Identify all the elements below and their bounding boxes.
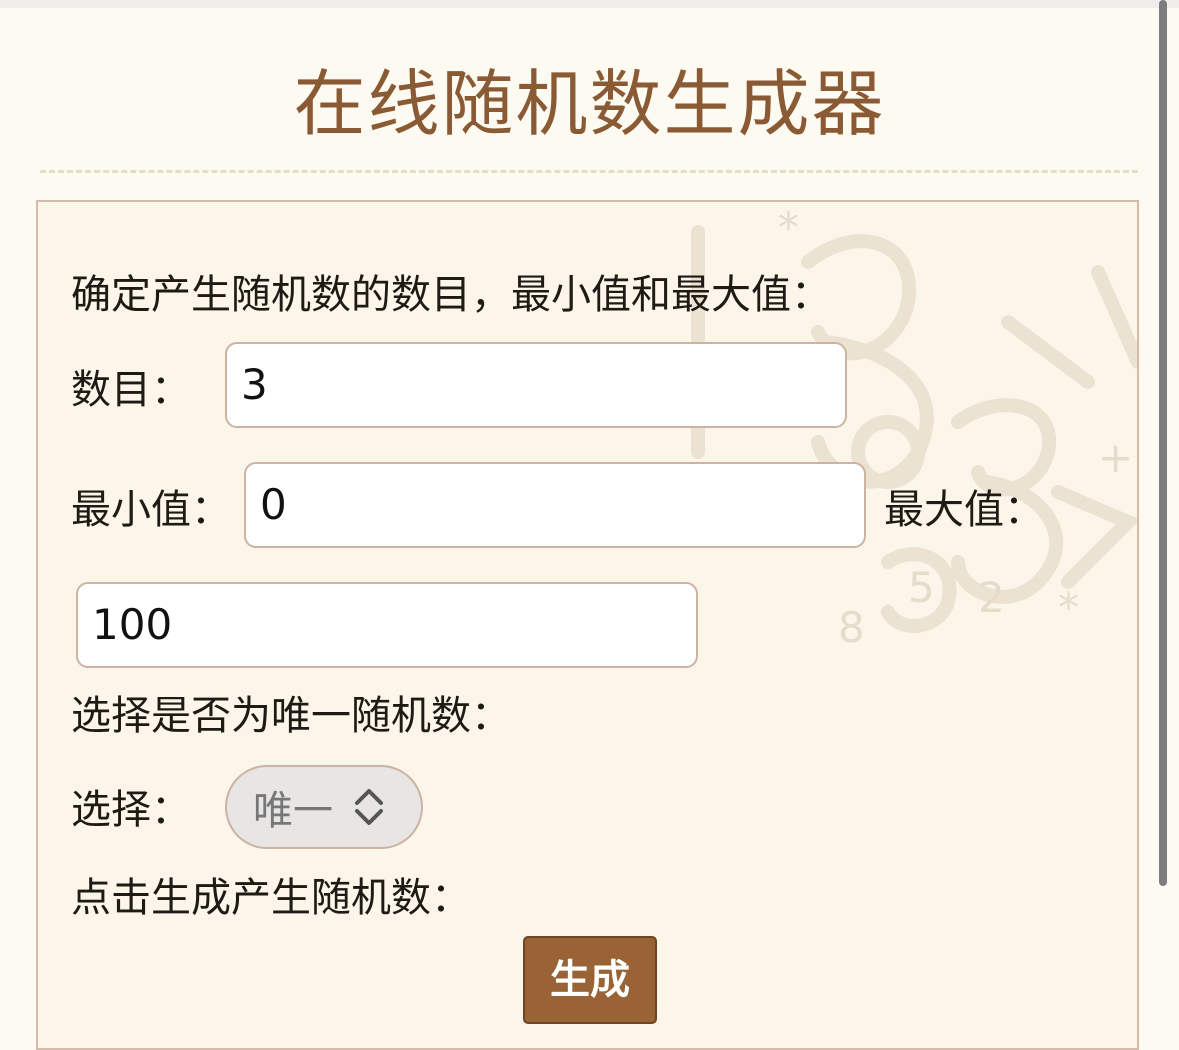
max-label: 最大值：: [884, 487, 1044, 533]
min-label: 最小值：: [71, 487, 231, 533]
generate-button[interactable]: 生成: [523, 936, 657, 1024]
generate-intro-text: 点击生成产生随机数：: [71, 875, 471, 921]
min-input[interactable]: 0: [244, 462, 866, 548]
count-input[interactable]: 3: [225, 342, 847, 428]
chevron-updown-icon: [355, 789, 383, 825]
svg-text:*: *: [1058, 583, 1079, 632]
svg-text:8: 8: [838, 603, 865, 652]
svg-text:2: 2: [978, 573, 1005, 622]
svg-text:*: *: [778, 203, 799, 252]
max-input[interactable]: 100: [76, 582, 698, 668]
svg-text:+: +: [1098, 433, 1133, 482]
generator-panel: * * + 5 2 8 确定产生随机数的数目，最小值和最大值： 数目： 3 最小…: [36, 200, 1139, 1050]
count-label: 数目：: [71, 367, 191, 413]
page-title: 在线随机数生成器: [293, 62, 886, 146]
unique-select-value: 唯一: [253, 788, 333, 834]
intro-text: 确定产生随机数的数目，最小值和最大值：: [71, 272, 831, 318]
svg-text:5: 5: [908, 563, 935, 612]
select-label: 选择：: [71, 787, 191, 833]
browser-top-strip: [0, 0, 1179, 8]
unique-select[interactable]: 唯一: [225, 765, 423, 849]
title-divider: [40, 170, 1138, 173]
unique-intro-text: 选择是否为唯一随机数：: [71, 693, 511, 739]
